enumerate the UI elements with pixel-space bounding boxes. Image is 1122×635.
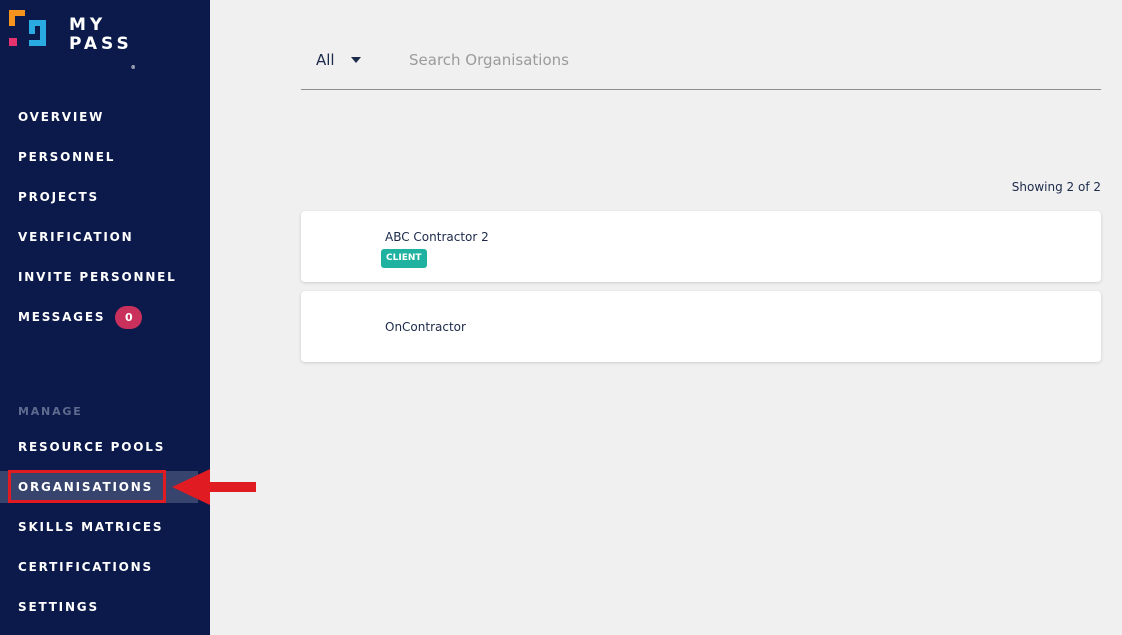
nav-verification-label: VERIFICATION bbox=[18, 230, 134, 244]
caret-down-icon bbox=[350, 57, 361, 63]
filter-dropdown[interactable]: All bbox=[316, 46, 361, 74]
nav-verification[interactable]: VERIFICATION bbox=[0, 221, 210, 253]
organisation-name: ABC Contractor 2 bbox=[385, 230, 489, 244]
nav-invite-personnel-label: INVITE PERSONNEL bbox=[18, 270, 177, 284]
search-organisations-input[interactable] bbox=[409, 46, 1099, 74]
nav-personnel[interactable]: PERSONNEL bbox=[0, 141, 210, 173]
nav-resource-pools-label: RESOURCE POOLS bbox=[18, 440, 166, 454]
organisation-card[interactable]: ABC Contractor 2 CLIENT bbox=[301, 211, 1101, 282]
logo-line-pass-text: PASS bbox=[69, 34, 133, 54]
manage-section-label: MANAGE bbox=[18, 405, 83, 418]
nav-organisations-label: ORGANISATIONS bbox=[18, 480, 154, 494]
nav-skills-matrices-label: SKILLS MATRICES bbox=[18, 520, 164, 534]
nav-personnel-label: PERSONNEL bbox=[18, 150, 116, 164]
nav-certifications-label: CERTIFICATIONS bbox=[18, 560, 153, 574]
nav-overview-label: OVERVIEW bbox=[18, 110, 105, 124]
nav-projects[interactable]: PROJECTS bbox=[0, 181, 210, 213]
organisation-type-tag: CLIENT bbox=[381, 249, 427, 268]
search-underline bbox=[301, 89, 1101, 90]
nav-messages[interactable]: MESSAGES 0 bbox=[0, 301, 210, 333]
nav-certifications[interactable]: CERTIFICATIONS bbox=[0, 551, 210, 583]
logo-mark-icon bbox=[9, 10, 46, 46]
organisation-card[interactable]: OnContractor bbox=[301, 291, 1101, 362]
mypass-logo[interactable]: MY PASS ® bbox=[9, 10, 149, 71]
logo-text: MY PASS ® bbox=[69, 15, 138, 72]
nav-skills-matrices[interactable]: SKILLS MATRICES bbox=[0, 511, 210, 543]
filter-selected-value: All bbox=[316, 51, 335, 69]
nav-settings-label: SETTINGS bbox=[18, 600, 99, 614]
nav-projects-label: PROJECTS bbox=[18, 190, 99, 204]
nav-resource-pools[interactable]: RESOURCE POOLS bbox=[0, 431, 210, 463]
results-count: Showing 2 of 2 bbox=[1011, 180, 1101, 194]
nav-settings[interactable]: SETTINGS bbox=[0, 591, 210, 623]
logo-line-my: MY bbox=[69, 15, 107, 35]
sidebar: MY PASS ® OVERVIEW PERSONNEL PROJECTS VER… bbox=[0, 0, 210, 635]
nav-overview[interactable]: OVERVIEW bbox=[0, 101, 210, 133]
logo-line-pass: PASS ® bbox=[69, 34, 138, 72]
nav-messages-label: MESSAGES bbox=[18, 310, 106, 324]
nav-invite-personnel[interactable]: INVITE PERSONNEL bbox=[0, 261, 210, 293]
organisation-name: OnContractor bbox=[385, 320, 466, 334]
trademark-mark: ® bbox=[130, 65, 136, 71]
nav-organisations[interactable]: ORGANISATIONS bbox=[0, 471, 198, 503]
messages-count-badge: 0 bbox=[115, 305, 143, 329]
